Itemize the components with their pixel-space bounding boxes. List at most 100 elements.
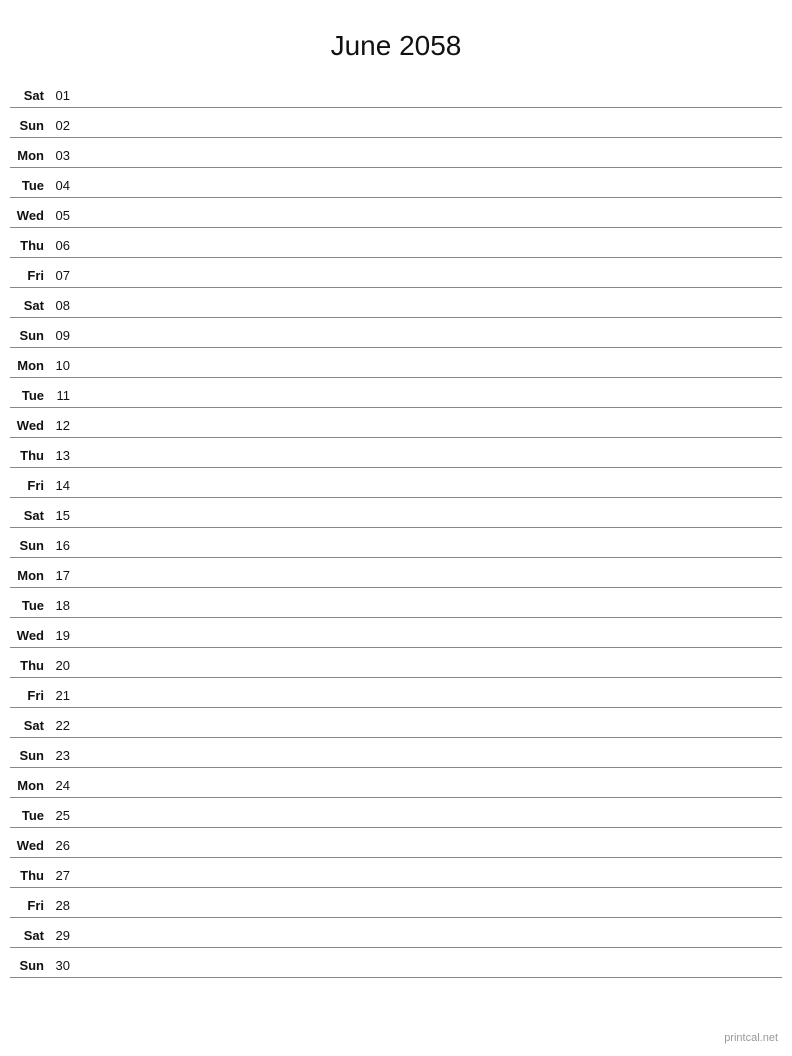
- day-line: [80, 222, 782, 223]
- day-row: Wed12: [10, 408, 782, 438]
- day-number: 17: [50, 568, 80, 583]
- day-row: Wed19: [10, 618, 782, 648]
- day-row: Sat01: [10, 78, 782, 108]
- day-number: 09: [50, 328, 80, 343]
- day-line: [80, 552, 782, 553]
- day-row: Wed26: [10, 828, 782, 858]
- day-name: Tue: [10, 808, 50, 823]
- day-line: [80, 342, 782, 343]
- day-name: Thu: [10, 448, 50, 463]
- day-row: Sun02: [10, 108, 782, 138]
- day-row: Sat22: [10, 708, 782, 738]
- day-row: Mon03: [10, 138, 782, 168]
- day-number: 03: [50, 148, 80, 163]
- day-line: [80, 702, 782, 703]
- day-line: [80, 102, 782, 103]
- day-number: 18: [50, 598, 80, 613]
- day-line: [80, 282, 782, 283]
- day-name: Fri: [10, 688, 50, 703]
- day-name: Sat: [10, 718, 50, 733]
- day-name: Thu: [10, 658, 50, 673]
- day-name: Mon: [10, 568, 50, 583]
- day-number: 12: [50, 418, 80, 433]
- day-number: 11: [50, 388, 80, 403]
- day-name: Sat: [10, 298, 50, 313]
- day-name: Wed: [10, 208, 50, 223]
- day-line: [80, 612, 782, 613]
- day-line: [80, 582, 782, 583]
- day-number: 23: [50, 748, 80, 763]
- day-name: Thu: [10, 868, 50, 883]
- day-row: Thu27: [10, 858, 782, 888]
- day-number: 30: [50, 958, 80, 973]
- day-name: Tue: [10, 598, 50, 613]
- day-name: Sat: [10, 88, 50, 103]
- day-number: 29: [50, 928, 80, 943]
- day-name: Sat: [10, 508, 50, 523]
- day-number: 25: [50, 808, 80, 823]
- day-row: Fri21: [10, 678, 782, 708]
- day-row: Tue04: [10, 168, 782, 198]
- day-number: 08: [50, 298, 80, 313]
- day-name: Sun: [10, 958, 50, 973]
- day-line: [80, 432, 782, 433]
- day-number: 10: [50, 358, 80, 373]
- page-title: June 2058: [10, 20, 782, 62]
- day-name: Mon: [10, 778, 50, 793]
- watermark: printcal.net: [724, 1032, 778, 1044]
- day-number: 04: [50, 178, 80, 193]
- day-row: Mon24: [10, 768, 782, 798]
- day-number: 01: [50, 88, 80, 103]
- day-row: Sat29: [10, 918, 782, 948]
- day-row: Thu13: [10, 438, 782, 468]
- day-line: [80, 402, 782, 403]
- day-line: [80, 492, 782, 493]
- day-number: 21: [50, 688, 80, 703]
- day-row: Mon17: [10, 558, 782, 588]
- day-name: Wed: [10, 838, 50, 853]
- day-name: Fri: [10, 268, 50, 283]
- day-name: Sun: [10, 328, 50, 343]
- page: June 2058 Sat01Sun02Mon03Tue04Wed05Thu06…: [0, 0, 792, 1056]
- day-line: [80, 192, 782, 193]
- day-name: Sun: [10, 538, 50, 553]
- day-number: 26: [50, 838, 80, 853]
- day-line: [80, 972, 782, 973]
- day-number: 05: [50, 208, 80, 223]
- day-row: Tue11: [10, 378, 782, 408]
- day-line: [80, 312, 782, 313]
- day-row: Thu20: [10, 648, 782, 678]
- day-row: Tue25: [10, 798, 782, 828]
- day-name: Tue: [10, 178, 50, 193]
- day-line: [80, 732, 782, 733]
- day-line: [80, 882, 782, 883]
- day-name: Sun: [10, 118, 50, 133]
- day-number: 24: [50, 778, 80, 793]
- day-name: Wed: [10, 628, 50, 643]
- day-number: 19: [50, 628, 80, 643]
- day-number: 06: [50, 238, 80, 253]
- day-row: Wed05: [10, 198, 782, 228]
- day-line: [80, 762, 782, 763]
- calendar-rows: Sat01Sun02Mon03Tue04Wed05Thu06Fri07Sat08…: [10, 78, 782, 978]
- day-row: Sun23: [10, 738, 782, 768]
- day-row: Sun30: [10, 948, 782, 978]
- day-number: 16: [50, 538, 80, 553]
- day-line: [80, 252, 782, 253]
- day-row: Fri07: [10, 258, 782, 288]
- day-line: [80, 162, 782, 163]
- day-number: 20: [50, 658, 80, 673]
- day-name: Thu: [10, 238, 50, 253]
- day-number: 07: [50, 268, 80, 283]
- day-row: Sun09: [10, 318, 782, 348]
- day-row: Sun16: [10, 528, 782, 558]
- day-name: Mon: [10, 148, 50, 163]
- day-line: [80, 462, 782, 463]
- day-line: [80, 372, 782, 373]
- day-name: Fri: [10, 478, 50, 493]
- day-line: [80, 642, 782, 643]
- day-name: Wed: [10, 418, 50, 433]
- day-line: [80, 822, 782, 823]
- day-name: Tue: [10, 388, 50, 403]
- day-row: Thu06: [10, 228, 782, 258]
